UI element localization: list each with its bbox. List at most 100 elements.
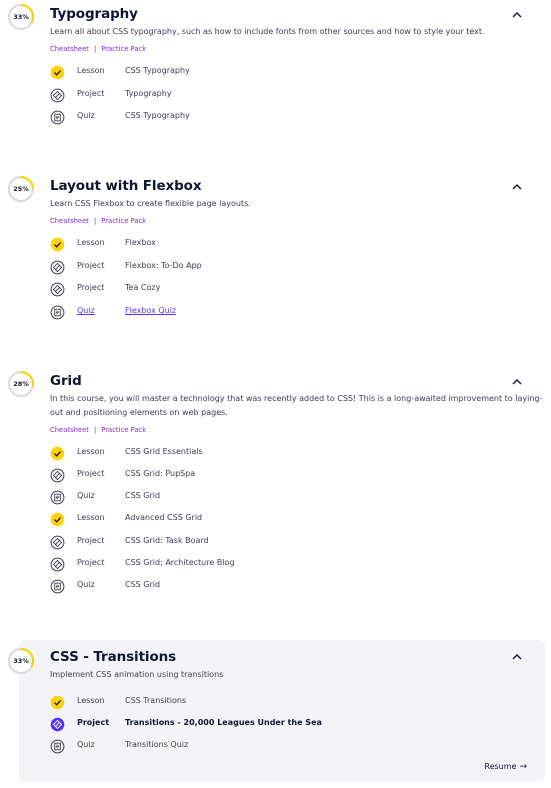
module-typography: 33% Typography Learn all about CSS typog… <box>0 0 551 140</box>
progress-percent: 25% <box>13 185 29 193</box>
item-name: CSS Grid: Task Board <box>125 536 209 545</box>
item-type: Lesson <box>77 66 105 75</box>
item-name: CSS Grid: Architecture Blog <box>125 558 235 567</box>
collapse-chevron-icon[interactable] <box>510 375 524 389</box>
progress-ring: 33% <box>7 3 35 31</box>
module-resource-links: Cheatsheet | Practice Pack <box>50 426 146 434</box>
content-item[interactable]: Lesson CSS Grid Essentials <box>50 446 510 462</box>
project-active-icon <box>50 717 65 732</box>
quiz-icon <box>50 490 65 505</box>
item-type: Project <box>77 261 105 270</box>
item-type: Lesson <box>77 238 105 247</box>
content-item[interactable]: Quiz CSS Typography <box>50 110 510 126</box>
resume-label: Resume <box>484 762 517 771</box>
module-title: Grid <box>50 373 82 389</box>
item-name: Transitions - 20,000 Leagues Under the S… <box>125 718 322 727</box>
project-icon <box>50 535 65 550</box>
resume-button[interactable]: Resume → <box>484 762 527 772</box>
check-icon <box>50 695 65 710</box>
module-flexbox: 25% Layout with Flexbox Learn CSS Flexbo… <box>0 172 551 332</box>
module-description: Learn all about CSS typography, such as … <box>50 27 485 36</box>
item-type: Project <box>77 718 110 727</box>
item-type: Project <box>77 283 105 292</box>
quiz-icon <box>50 579 65 594</box>
progress-percent: 33% <box>13 657 29 665</box>
item-name: Flexbox: To-Do App <box>125 261 202 270</box>
module-grid: 28% Grid In this course, you will master… <box>0 367 551 607</box>
item-type: Project <box>77 558 105 567</box>
practice-pack-link[interactable]: Practice Pack <box>101 426 146 434</box>
quiz-icon <box>50 739 65 754</box>
item-name: Transitions Quiz <box>125 740 189 749</box>
content-item[interactable]: Lesson Flexbox <box>50 237 510 253</box>
practice-pack-link[interactable]: Practice Pack <box>101 217 146 225</box>
cheatsheet-link[interactable]: Cheatsheet <box>50 45 89 53</box>
content-item[interactable]: Lesson CSS Transitions <box>50 695 510 711</box>
cheatsheet-link[interactable]: Cheatsheet <box>50 426 89 434</box>
item-name: CSS Transitions <box>125 696 187 705</box>
collapse-chevron-icon[interactable] <box>510 650 524 664</box>
content-item[interactable]: Lesson Advanced CSS Grid <box>50 512 510 528</box>
link-separator: | <box>93 45 97 53</box>
item-type: Lesson <box>77 447 105 456</box>
item-type[interactable]: Quiz <box>77 306 95 315</box>
practice-pack-link[interactable]: Practice Pack <box>101 45 146 53</box>
module-title: Layout with Flexbox <box>50 178 202 194</box>
item-name[interactable]: Flexbox Quiz <box>125 306 176 315</box>
project-icon <box>50 88 65 103</box>
quiz-icon <box>50 110 65 125</box>
content-item[interactable]: Project CSS Grid: Architecture Blog <box>50 557 510 573</box>
content-item[interactable]: Project Flexbox: To-Do App <box>50 260 510 276</box>
content-item[interactable]: Project CSS Grid: Task Board <box>50 535 510 551</box>
item-name: Advanced CSS Grid <box>125 513 203 522</box>
content-item[interactable]: Lesson CSS Typography <box>50 65 510 81</box>
item-type: Quiz <box>77 491 95 500</box>
content-item[interactable]: Quiz CSS Grid <box>50 490 510 506</box>
item-type: Quiz <box>77 740 95 749</box>
item-type: Project <box>77 469 105 478</box>
content-item[interactable]: Project Tea Cozy <box>50 282 510 298</box>
progress-ring: 25% <box>7 175 35 203</box>
module-resource-links: Cheatsheet | Practice Pack <box>50 217 146 225</box>
module-resource-links: Cheatsheet | Practice Pack <box>50 45 146 53</box>
content-item-current[interactable]: Project Transitions - 20,000 Leagues Und… <box>50 717 510 733</box>
module-title: CSS - Transitions <box>50 649 177 665</box>
item-name: CSS Grid Essentials <box>125 447 203 456</box>
progress-ring: 33% <box>7 647 35 675</box>
content-item-link[interactable]: Quiz Flexbox Quiz <box>50 305 510 321</box>
item-name: CSS Typography <box>125 111 190 120</box>
progress-ring: 28% <box>7 370 35 398</box>
check-icon <box>50 446 65 461</box>
collapse-chevron-icon[interactable] <box>510 180 524 194</box>
item-name: Flexbox <box>125 238 156 247</box>
project-icon <box>50 468 65 483</box>
module-description: Learn CSS Flexbox to create flexible pag… <box>50 199 251 208</box>
content-item[interactable]: Quiz CSS Grid <box>50 579 510 595</box>
collapse-chevron-icon[interactable] <box>510 8 524 22</box>
content-item[interactable]: Project CSS Grid: PupSpa <box>50 468 510 484</box>
link-separator: | <box>93 426 97 434</box>
item-name: CSS Grid <box>125 580 161 589</box>
item-name: Tea Cozy <box>125 283 161 292</box>
arrow-right-icon: → <box>519 762 527 772</box>
check-icon <box>50 237 65 252</box>
module-description-line: In this course, you will master a techno… <box>50 394 543 403</box>
cheatsheet-link[interactable]: Cheatsheet <box>50 217 89 225</box>
project-icon <box>50 282 65 297</box>
content-item[interactable]: Project Typography <box>50 88 510 104</box>
item-type: Project <box>77 89 105 98</box>
check-icon <box>50 65 65 80</box>
item-type: Lesson <box>77 513 105 522</box>
check-icon <box>50 512 65 527</box>
module-description: Implement CSS animation using transition… <box>50 670 224 679</box>
quiz-icon <box>50 305 65 320</box>
link-separator: | <box>93 217 97 225</box>
module-title: Typography <box>50 6 138 22</box>
module-description-line: out and positioning elements on web page… <box>50 408 228 417</box>
item-name: CSS Grid: PupSpa <box>125 469 196 478</box>
item-type: Project <box>77 536 105 545</box>
item-name: CSS Grid <box>125 491 161 500</box>
project-icon <box>50 557 65 572</box>
project-icon <box>50 260 65 275</box>
content-item[interactable]: Quiz Transitions Quiz <box>50 739 510 755</box>
